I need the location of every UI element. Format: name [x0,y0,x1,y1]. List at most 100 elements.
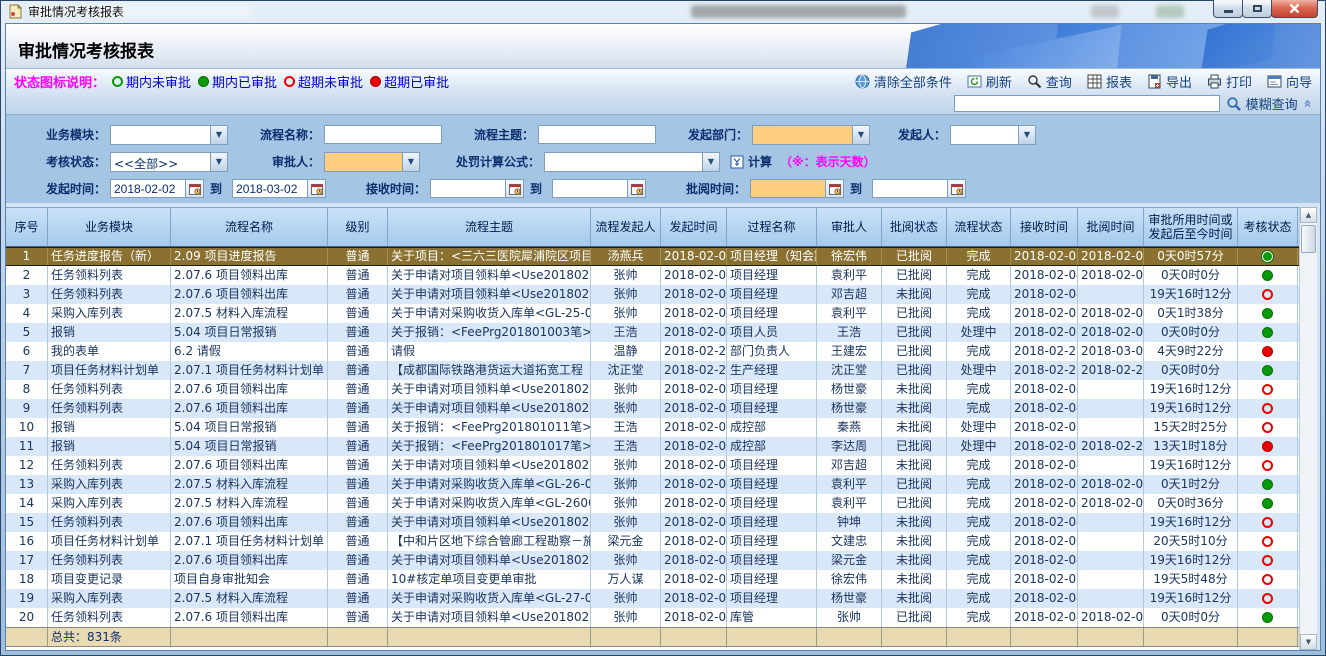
review-from-input[interactable] [750,179,826,198]
cell-approver[interactable]: 梁元金 [817,551,882,570]
cell-receive_date[interactable]: 2018-02-06 [1011,323,1078,342]
cell-status[interactable] [1238,285,1298,304]
report-button[interactable]: 报表 [1087,72,1132,91]
cell-review_date[interactable]: 2018-02-06 [1078,323,1144,342]
cell-level[interactable]: 普通 [328,418,388,437]
cell-step[interactable]: 项目经理 [727,570,817,589]
cell-module[interactable]: 我的表单 [48,342,171,361]
cell-subject[interactable]: 关于申请对项目领料单<Use2018020400 [388,285,591,304]
cell-subject[interactable]: 请假 [388,342,591,361]
cell-num[interactable]: 13 [6,475,48,494]
cell-review_date[interactable] [1078,532,1144,551]
cell-start_date[interactable]: 2018-02-06 [661,437,727,456]
cell-flow_status[interactable]: 完成 [947,589,1011,608]
cell-approver[interactable]: 王建宏 [817,342,882,361]
cell-status[interactable] [1238,380,1298,399]
cell-duration[interactable]: 0天0时0分 [1144,608,1238,627]
cell-approver[interactable]: 杨世豪 [817,589,882,608]
calendar-icon[interactable] [186,179,204,198]
cell-review_status[interactable]: 已批阅 [882,437,947,456]
table-row[interactable]: 7项目任务材料计划单2.07.1 项目任务材料计划单普通【成都国际铁路港货运大道… [6,361,1299,380]
cell-status[interactable] [1238,323,1298,342]
cell-num[interactable]: 6 [6,342,48,361]
cell-status[interactable] [1238,494,1298,513]
table-row[interactable]: 18项目变更记录项目自身审批知会普通10#核定单项目变更单审批万人谋2018-0… [6,570,1299,589]
cell-process[interactable]: 2.07.6 项目领料出库 [171,608,328,627]
cell-start_date[interactable]: 2018-02-02 [661,532,727,551]
chevron-down-icon[interactable]: ▼ [210,126,227,144]
cell-flow_status[interactable]: 完成 [947,513,1011,532]
department-select[interactable]: ▼ [752,125,870,145]
cell-receive_date[interactable]: 2018-02-05 [1011,248,1078,265]
calendar-icon[interactable] [948,179,966,198]
chevron-down-icon[interactable]: ▼ [852,126,869,144]
cell-process[interactable]: 5.04 项目日常报销 [171,418,328,437]
calculate-button[interactable]: 计算 [730,153,772,170]
cell-start_date[interactable]: 2018-02-04 [661,456,727,475]
cell-flow_status[interactable]: 处理中 [947,418,1011,437]
cell-approver[interactable]: 李达周 [817,437,882,456]
cell-approver[interactable]: 杨世豪 [817,399,882,418]
cell-subject[interactable]: 关于申请对采购收货入库单<GL-25-001 [388,304,591,323]
table-row[interactable]: 19采购入库列表2.07.5 材料入库流程普通关于申请对采购收货入库单<GL-2… [6,589,1299,608]
cell-duration[interactable]: 19天16时12分 [1144,399,1238,418]
table-row[interactable]: 11报销5.04 项目日常报销普通关于报销：<FeePrg201801017笔>… [6,437,1299,456]
cell-receive_date[interactable]: 2018-02-04 [1011,456,1078,475]
cell-module[interactable]: 采购入库列表 [48,589,171,608]
table-row[interactable]: 9任务领料列表2.07.6 项目领料出库普通关于申请对项目领料单<Use2018… [6,399,1299,418]
start-from-input[interactable] [110,179,186,198]
cell-initiator[interactable]: 张帅 [591,380,661,399]
cell-level[interactable]: 普通 [328,608,388,627]
table-row[interactable]: 12任务领料列表2.07.6 项目领料出库普通关于申请对项目领料单<Use201… [6,456,1299,475]
cell-step[interactable]: 项目人员 [727,323,817,342]
close-button[interactable] [1271,0,1318,18]
cell-subject[interactable]: 关于申请对项目领料单<Use2018020402 [388,266,591,285]
cell-review_status[interactable]: 未批阅 [882,456,947,475]
cell-module[interactable]: 任务领料列表 [48,551,171,570]
cell-flow_status[interactable]: 完成 [947,494,1011,513]
cell-step[interactable]: 项目经理 [727,513,817,532]
cell-flow_status[interactable]: 完成 [947,304,1011,323]
approver-select[interactable]: ▼ [324,152,420,172]
cell-flow_status[interactable]: 完成 [947,285,1011,304]
cell-process[interactable]: 2.07.5 材料入库流程 [171,589,328,608]
cell-subject[interactable]: 关于申请对项目领料单<Use2018020400 [388,513,591,532]
cell-start_date[interactable]: 2018-02-04 [661,608,727,627]
calendar-icon[interactable] [308,179,326,198]
cell-initiator[interactable]: 汤燕兵 [591,248,661,265]
cell-duration[interactable]: 4天9时22分 [1144,342,1238,361]
cell-receive_date[interactable]: 2018-02-26 [1011,361,1078,380]
cell-status[interactable] [1238,342,1298,361]
cell-num[interactable]: 10 [6,418,48,437]
column-header-duration[interactable]: 审批所用时间或发起后至今时间 [1144,208,1238,246]
column-header-receive_date[interactable]: 接收时间 [1011,208,1078,246]
cell-num[interactable]: 12 [6,456,48,475]
scrollbar-track[interactable] [1300,255,1317,634]
cell-process[interactable]: 6.2 请假 [171,342,328,361]
cell-duration[interactable]: 0天0时36分 [1144,494,1238,513]
column-header-subject[interactable]: 流程主题 [388,208,591,246]
cell-num[interactable]: 11 [6,437,48,456]
cell-flow_status[interactable]: 处理中 [947,361,1011,380]
cell-num[interactable]: 16 [6,532,48,551]
table-row[interactable]: 20任务领料列表2.07.6 项目领料出库普通关于申请对项目领料单<Use201… [6,608,1299,627]
cell-step[interactable]: 项目经理 [727,266,817,285]
cell-start_date[interactable]: 2018-02-04 [661,285,727,304]
cell-review_status[interactable]: 已批阅 [882,323,947,342]
cell-module[interactable]: 任务领料列表 [48,266,171,285]
clear-all-conditions-button[interactable]: 清除全部条件 [855,72,952,91]
cell-subject[interactable]: 关于申请对采购收货入库单<GL-260016 [388,494,591,513]
cell-flow_status[interactable]: 完成 [947,570,1011,589]
cell-initiator[interactable]: 张帅 [591,494,661,513]
cell-flow_status[interactable]: 完成 [947,399,1011,418]
cell-subject[interactable]: 关于申请对项目领料单<Use2018020400 [388,380,591,399]
cell-review_status[interactable]: 未批阅 [882,285,947,304]
cell-duration[interactable]: 0天1时2分 [1144,475,1238,494]
cell-num[interactable]: 9 [6,399,48,418]
cell-step[interactable]: 成控部 [727,418,817,437]
cell-level[interactable]: 普通 [328,361,388,380]
cell-process[interactable]: 2.09 项目进度报告 [171,248,328,265]
table-row[interactable]: 14采购入库列表2.07.5 材料入库流程普通关于申请对采购收货入库单<GL-2… [6,494,1299,513]
cell-status[interactable] [1238,418,1298,437]
cell-step[interactable]: 项目经理 [727,399,817,418]
